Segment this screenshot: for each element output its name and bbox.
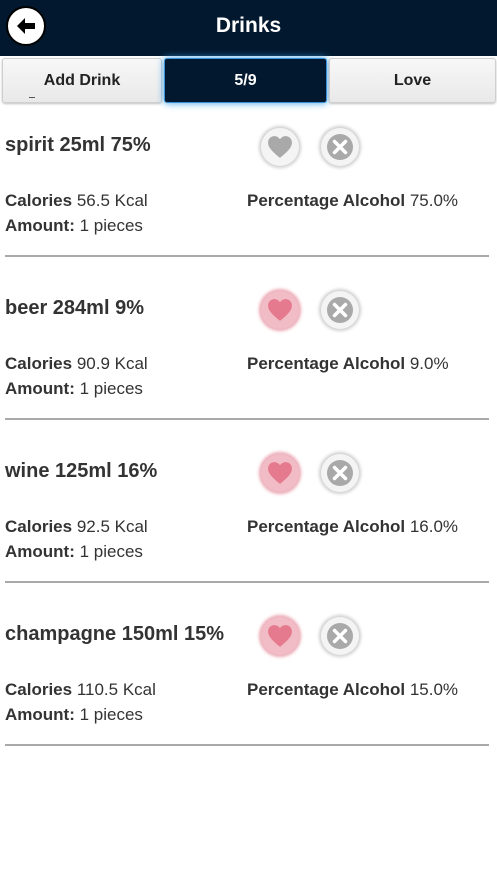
drink-item-spirit: spirit 25ml 75% Calories 56.5 Kcal Amoun… [5, 104, 489, 257]
alcohol-row: Percentage Alcohol 9.0% [247, 354, 449, 374]
drink-item-wine: wine 125ml 16% Calories 92.5 Kcal Amount… [5, 430, 489, 583]
calories-row: Calories 90.9 Kcal [5, 354, 148, 374]
alcohol-label: Percentage Alcohol [247, 354, 406, 373]
amount-row: Amount: 1 pieces [5, 216, 143, 236]
drink-name: wine 125ml 16% [5, 460, 158, 482]
amount-row: Amount: 1 pieces [5, 379, 143, 399]
close-icon [327, 134, 353, 160]
alcohol-row: Percentage Alcohol 16.0% [247, 517, 458, 537]
favorite-button[interactable] [261, 617, 299, 655]
tab-add-drink-label: Add Drink [43, 71, 121, 89]
calories-label: Calories [5, 680, 73, 699]
tab-love-label: Love [393, 71, 432, 89]
favorite-button[interactable] [261, 291, 299, 329]
calories-row: Calories 92.5 Kcal [5, 517, 148, 537]
remove-button[interactable] [321, 291, 359, 329]
tab-add-drink[interactable]: Add Drink [2, 58, 162, 103]
amount-value: 1 pieces [79, 216, 143, 235]
amount-label: Amount: [5, 379, 75, 398]
tab-underscore-mark [29, 97, 35, 98]
calories-label: Calories [5, 191, 73, 210]
drink-name: spirit 25ml 75% [5, 134, 151, 156]
tab-count-label: 5/9 [234, 71, 257, 89]
tab-love[interactable]: Love [329, 58, 496, 103]
tab-bar: Add Drink 5/9 Love [0, 56, 497, 104]
drink-item-beer: beer 284ml 9% Calories 90.9 Kcal Amount:… [5, 267, 489, 420]
heart-icon [268, 136, 292, 158]
alcohol-row: Percentage Alcohol 75.0% [247, 191, 458, 211]
calories-row: Calories 56.5 Kcal [5, 191, 148, 211]
drink-name: beer 284ml 9% [5, 297, 144, 319]
alcohol-label: Percentage Alcohol [247, 517, 406, 536]
alcohol-value: 75.0% [409, 191, 459, 210]
favorite-button[interactable] [261, 454, 299, 492]
calories-value: 90.9 Kcal [76, 354, 148, 373]
calories-label: Calories [5, 517, 73, 536]
amount-label: Amount: [5, 216, 75, 235]
calories-value: 110.5 Kcal [76, 680, 156, 699]
heart-icon [268, 299, 292, 321]
remove-button[interactable] [321, 617, 359, 655]
calories-label: Calories [5, 354, 73, 373]
calories-value: 56.5 Kcal [76, 191, 148, 210]
tab-count[interactable]: 5/9 [164, 58, 327, 103]
alcohol-value: 16.0% [409, 517, 459, 536]
amount-label: Amount: [5, 542, 75, 561]
close-icon [327, 460, 353, 486]
page-title: Drinks [215, 14, 282, 37]
heart-icon [268, 625, 292, 647]
remove-button[interactable] [321, 454, 359, 492]
alcohol-label: Percentage Alcohol [247, 191, 406, 210]
heart-icon [268, 462, 292, 484]
amount-label: Amount: [5, 705, 75, 724]
app-header: Drinks [0, 0, 497, 56]
calories-value: 92.5 Kcal [76, 517, 148, 536]
drink-item-champagne: champagne 150ml 15% Calories 110.5 Kcal … [5, 593, 489, 746]
calories-row: Calories 110.5 Kcal [5, 680, 156, 700]
alcohol-value: 15.0% [409, 680, 459, 699]
close-icon [327, 297, 353, 323]
amount-value: 1 pieces [79, 705, 143, 724]
alcohol-value: 9.0% [409, 354, 449, 373]
alcohol-label: Percentage Alcohol [247, 680, 406, 699]
drink-name: champagne 150ml 15% [5, 623, 224, 645]
close-icon [327, 623, 353, 649]
amount-value: 1 pieces [79, 542, 143, 561]
amount-row: Amount: 1 pieces [5, 542, 143, 562]
amount-row: Amount: 1 pieces [5, 705, 143, 725]
favorite-button[interactable] [261, 128, 299, 166]
alcohol-row: Percentage Alcohol 15.0% [247, 680, 458, 700]
remove-button[interactable] [321, 128, 359, 166]
amount-value: 1 pieces [79, 379, 143, 398]
